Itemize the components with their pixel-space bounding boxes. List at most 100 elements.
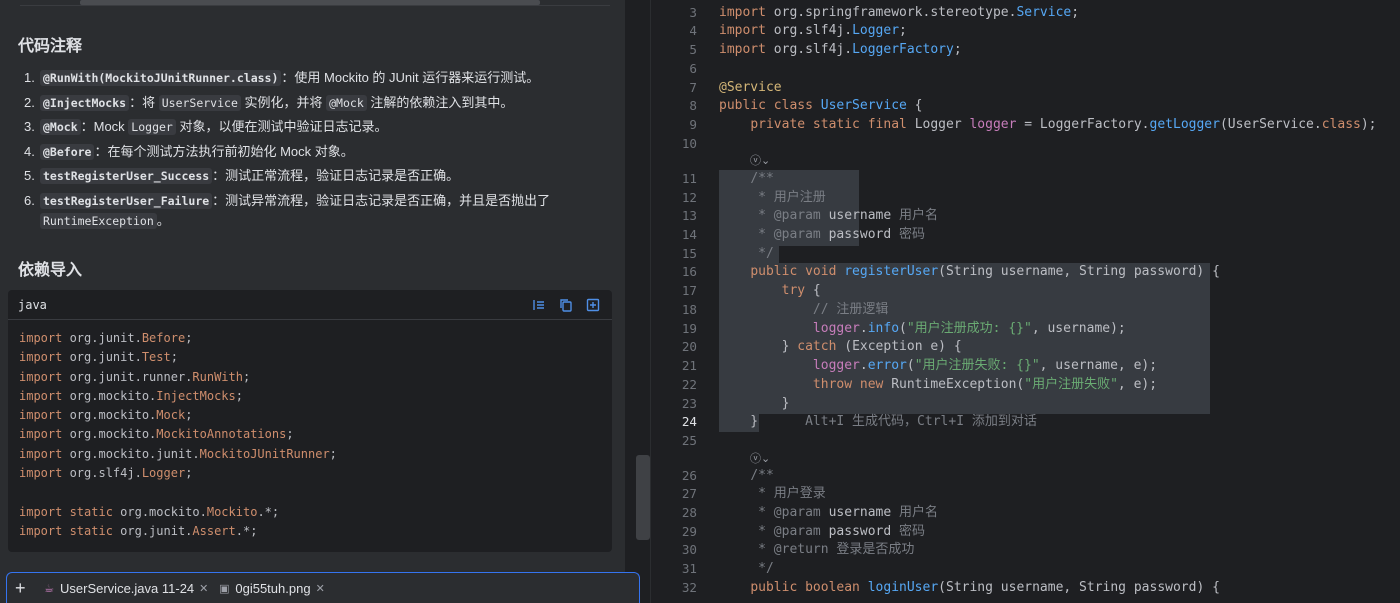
ai-lens-icon[interactable]: ⓥ⌄ [750,450,770,466]
code-token: throw new [812,376,892,392]
inline-code: @Mock [326,94,367,111]
code-line: import org.slf4j.Logger; [19,464,601,483]
code-token: ; [953,41,962,57]
code-token: org.mockito. [69,408,157,423]
java-file-icon: ☕ [44,582,54,595]
code-token: (String username, String password) { [938,263,1220,279]
list-item-number: 6. [24,192,35,208]
section-title-imports: 依赖导入 [18,262,83,279]
close-icon[interactable]: ✕ [316,582,325,595]
line-number: 28 [681,504,697,520]
code-token: private static final [750,116,915,132]
code-token: org.junit. [120,523,193,538]
code-token: . [859,357,868,373]
inline-code: RuntimeException [40,212,157,229]
code-token: import static [19,504,121,519]
code-line: private static final Logger logger = Log… [719,116,1376,135]
inline-text: ：测试正常流程，验证日志记录是否正确。 [212,168,460,184]
code-token: /** [750,170,774,186]
insert-icon[interactable] [530,296,548,314]
code-token: import [19,427,70,442]
code-token: ; [185,331,193,345]
vertical-scrollbar-thumb[interactable] [636,455,650,540]
code-token: * 用户登录 [758,485,826,501]
code-token: (Exception e) { [836,338,962,354]
code-token: username [828,504,900,520]
code-token: import [19,466,70,481]
close-icon[interactable]: ✕ [199,582,208,595]
code-token: 登录是否成功 [836,541,915,557]
code-token: 用户名 [899,207,939,223]
code-line: } Alt+I 生成代码，Ctrl+I 添加到对话 [719,413,1037,432]
code-token: RuntimeException( [891,376,1025,392]
code-token: ; [899,22,907,38]
code-line: * @param username 用户名 [719,504,938,523]
code-token: import [19,408,70,423]
inline-hint: Alt+I 生成代码，Ctrl+I 添加到对话 [758,413,1037,429]
context-chip-label: 0gi55tuh.png [235,580,311,596]
code-token: import [19,388,70,403]
code-line: public class UserService { [719,97,923,116]
code-editor[interactable]: 3 4 5 6 7 8 9 10 11 12 13 14 15 16 17 18 19 20 21 22 23 24 25 2… [651,0,1400,603]
code-token: import [19,369,70,384]
scrollbar-thumb[interactable] [80,0,540,5]
line-number: 26 [681,467,697,483]
code-token: = LoggerFactory. [1016,116,1150,132]
code-line: import org.mockito.MockitoAnnotations; [19,425,601,444]
code-line: logger.info("用户注册成功: {}", username); [719,320,1126,339]
code-line: import org.mockito.junit.MockitoJUnitRun… [19,445,601,464]
code-token: try [781,282,806,298]
code-line: import static org.junit.Assert.*; [19,522,601,541]
line-number: 8 [689,97,697,113]
code-token: import [719,4,774,20]
context-chip[interactable]: ▣ 0gi55tuh.png ✕ [218,580,325,596]
code-token: } [719,413,759,429]
list-item-text: @Mock ：Mock Logger 对象，以便在测试中验证日志记录。 [40,117,613,137]
code-token: org.slf4j. [773,41,853,57]
code-token: logger [969,116,1017,132]
line-number: 5 [689,41,697,57]
code-token: , username); [1031,320,1126,336]
code-token: (UserService. [1219,116,1322,132]
inline-text: ：使用 Mockito 的 JUnit 运行器来运行测试。 [281,70,540,85]
code-block-content[interactable]: import org.junit.Before; import org.junit… [8,320,612,550]
list-item-number: 5. [24,168,35,184]
horizontal-scrollbar[interactable] [20,0,610,6]
line-number: 27 [681,485,697,501]
code-token: Logger [852,22,900,38]
copy-icon[interactable] [557,296,575,314]
inline-text: ：Mock [80,119,129,135]
new-file-icon[interactable] [584,296,602,314]
code-line: public void registerUser(String username… [719,263,1220,282]
add-context-button[interactable]: + [15,578,35,599]
line-number: 20 [681,338,697,354]
ai-lens-icon[interactable]: ⓥ⌄ [750,152,770,168]
code-block: java import org.junit.Before; import org.… [8,290,612,552]
list-item-text: @RunWith(MockitoJUnitRunner.class) ：使用 Mo… [40,68,613,88]
code-token: class [1321,116,1361,132]
code-token: Assert [192,523,236,538]
inline-text: 实例化，并将 [240,94,327,110]
list-item-text: @Before ：在每个测试方法执行前初始化 Mock 对象。 [40,142,613,162]
code-token: Logger [141,466,186,481]
code-token: username [828,207,900,223]
code-token: , e); [1117,376,1158,392]
code-token: ; [185,408,193,423]
app-window: 代码注释 1. @RunWith(MockitoJUnitRunner.class… [0,0,1400,603]
code-line: import org.mockito.Mock; [19,406,601,425]
code-token: { [805,282,821,298]
inline-code: @Mock [40,119,81,136]
context-chip[interactable]: ☕ UserService.java 11-24 ✕ [43,581,208,596]
code-line: import static org.mockito.Mockito.*; [19,503,601,522]
code-token: ; [185,466,193,481]
code-token: ; [329,446,337,461]
code-line: * @param username 用户名 [719,207,938,226]
code-token: @param [773,226,829,242]
